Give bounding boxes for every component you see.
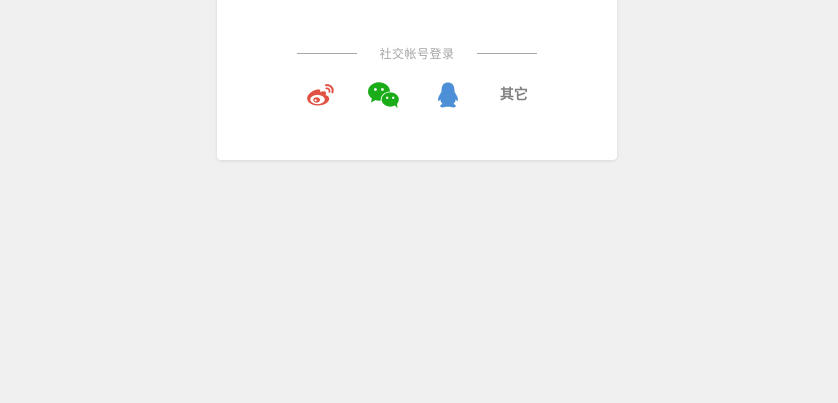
social-login-options: 其它: [303, 78, 543, 112]
qq-icon: [436, 81, 460, 109]
divider-line-left: [297, 53, 357, 54]
weibo-icon: [305, 82, 335, 108]
weibo-login-button[interactable]: [303, 78, 337, 112]
social-login-divider: 社交帐号登录: [297, 45, 537, 63]
wechat-icon: [367, 81, 401, 109]
other-login-button[interactable]: 其它: [497, 78, 531, 112]
wechat-login-button[interactable]: [367, 78, 401, 112]
qq-login-button[interactable]: [431, 78, 465, 112]
divider-line-right: [477, 53, 537, 54]
login-card: 社交帐号登录 其它: [217, 0, 617, 160]
social-login-label: 社交帐号登录: [379, 47, 455, 61]
